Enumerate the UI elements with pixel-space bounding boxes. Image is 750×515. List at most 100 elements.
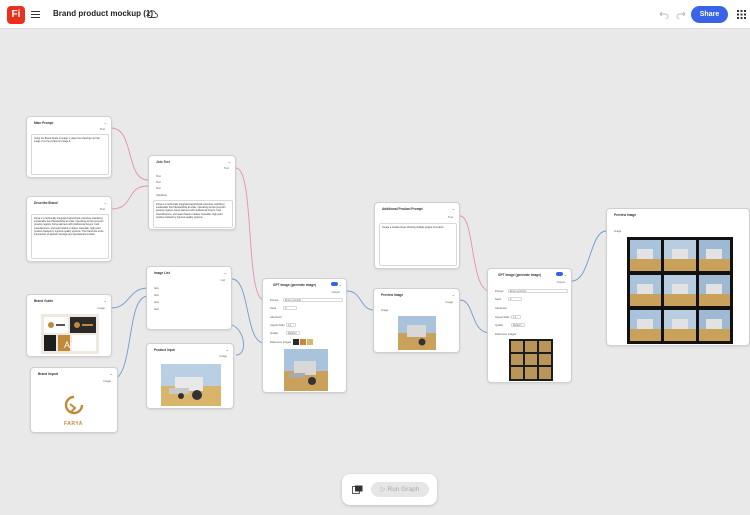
output-port-label: Text: [99, 127, 105, 131]
contact-sheet-image: [627, 237, 733, 344]
output-port-label: List: [220, 278, 225, 282]
wire-describe-to-join: [110, 185, 149, 210]
advanced-toggle-label[interactable]: Advanced: [495, 307, 507, 310]
output-port-label: Image: [219, 354, 227, 358]
output-port-label: Text: [447, 215, 453, 219]
output-port-label: Text: [99, 207, 105, 211]
quality-select[interactable]: Medium: [286, 331, 300, 335]
aspect-ratio-select[interactable]: 1:1: [511, 315, 521, 319]
wire-list-to-gpt1-ref: [231, 278, 265, 344]
input-port-label: Item: [154, 287, 160, 290]
play-icon: ▷: [380, 486, 388, 493]
product-input-node[interactable]: Product Input ⌄ Image: [146, 343, 234, 409]
node-title: Brand Guide: [34, 299, 54, 303]
preview-harvester-image: [398, 316, 436, 350]
wire-join-to-gpt1-prompt: [235, 167, 265, 301]
node-title: Additional Product Prompt: [382, 207, 423, 211]
output-port-label: Output: [556, 280, 565, 284]
aspect-ratio-select[interactable]: 1:1: [286, 323, 296, 327]
run-images-icon[interactable]: [352, 485, 363, 494]
run-graph-panel: ▷ Run Graph: [342, 474, 437, 505]
brand-guide-image: Aa: [41, 314, 99, 354]
additional-product-prompt-node[interactable]: Additional Product Prompt ⌄ Text Create …: [374, 202, 460, 269]
reference-images-label: Reference Images: [495, 333, 517, 336]
generated-image-preview: [284, 349, 328, 391]
chevron-down-icon[interactable]: ⌄: [104, 298, 107, 303]
chevron-down-icon[interactable]: ⌄: [452, 206, 455, 211]
reference-images-label: Reference Images: [270, 341, 292, 344]
chevron-down-icon[interactable]: ⌄: [104, 120, 107, 125]
advanced-toggle-label[interactable]: Advanced: [270, 316, 282, 319]
aspect-ratio-label: Aspect Ratio: [270, 324, 285, 327]
node-title: Image List: [154, 271, 170, 275]
image-list-node[interactable]: Image List ⌄ List Item Item Item Item: [146, 266, 232, 330]
chevron-down-icon[interactable]: ⌄: [226, 347, 229, 352]
reference-thumbnails: [293, 339, 313, 345]
input-port-label: Item: [154, 301, 160, 304]
chevron-down-icon[interactable]: ⌄: [224, 270, 227, 275]
node-title: Join Text: [156, 160, 170, 164]
chevron-down-icon[interactable]: ⌄: [564, 272, 567, 277]
gpt-image-node-1[interactable]: GPT Image (generate image) ⌄ Output Prom…: [262, 278, 347, 393]
aspect-ratio-label: Aspect Ratio: [495, 316, 510, 319]
node-title: Describe Brand: [34, 201, 58, 205]
joined-text-output: Farya is a technically integrated agricu…: [153, 200, 233, 228]
chevron-down-icon[interactable]: ⌄: [110, 371, 113, 376]
wire-gpt1-to-preview1: [346, 290, 375, 311]
node-title: GPT Image (generate image): [498, 273, 542, 277]
input-port-label: Text: [156, 181, 161, 184]
output-port-label: Image: [97, 306, 105, 310]
prompt-text-area[interactable]: Using the Brand Guide in image 1, place …: [31, 134, 109, 175]
separator-label: (Newline): [156, 194, 167, 197]
brand-import-node[interactable]: Brand Import ⌄ Image FARYA: [30, 367, 118, 433]
prompt-label: Prompt: [495, 290, 504, 293]
wire-gpt2-to-preview2: [571, 230, 607, 282]
output-port-label: Output: [331, 290, 340, 294]
farya-logo-image: [64, 395, 84, 415]
input-port-label: Text: [156, 187, 161, 190]
seed-label: Seed: [270, 307, 277, 310]
seed-label: Seed: [495, 298, 502, 301]
node-title: Preview Image: [614, 213, 637, 217]
enable-toggle[interactable]: [556, 272, 563, 276]
prompt-label: Prompt: [270, 299, 279, 302]
describe-brand-node[interactable]: Describe Brand ⌄ Text Farya is a technic…: [26, 196, 112, 262]
enable-toggle[interactable]: [331, 282, 338, 286]
wire-preview1-to-gpt2-ref: [459, 299, 491, 334]
main-prompt-node[interactable]: Main Prompt ⌄ Text Using the Brand Guide…: [26, 116, 112, 178]
chevron-down-icon[interactable]: ⌄: [104, 200, 107, 205]
brand-description-text-area[interactable]: Farya is a technically integrated agricu…: [31, 214, 109, 259]
seed-input[interactable]: 0: [508, 297, 522, 301]
run-graph-button[interactable]: ▷ Run Graph: [371, 482, 429, 497]
output-port-label: Text: [223, 166, 229, 170]
quality-label: Quality: [495, 324, 504, 327]
node-title: Preview Image: [381, 293, 404, 297]
gpt-image-node-2[interactable]: GPT Image (generate image) ⌄ Output Prom…: [487, 268, 572, 383]
input-port-label: Text: [156, 175, 161, 178]
chevron-down-icon[interactable]: ⌄: [452, 292, 455, 297]
wire-additional-to-gpt2: [459, 215, 491, 292]
wire-main-prompt-to-join: [110, 127, 149, 181]
input-port-label: Item: [154, 294, 160, 297]
chevron-down-icon[interactable]: ⌄: [228, 159, 231, 164]
node-title: Brand Import: [38, 372, 59, 376]
farya-wordmark: FARYA: [64, 421, 83, 427]
prompt-text-area[interactable]: Create a contact sheet showing multiple …: [379, 223, 457, 266]
contact-sheet-preview: [509, 339, 553, 381]
output-port-label: Image: [445, 300, 453, 304]
node-title: GPT Image (generate image): [273, 283, 317, 287]
input-port-label: Image: [614, 230, 622, 233]
input-port-label: Item: [154, 308, 160, 311]
node-title: Product Input: [154, 348, 175, 352]
preview-image-node-1[interactable]: Preview Image ⌄ Image Image: [373, 288, 460, 353]
seed-input[interactable]: 0: [283, 306, 297, 310]
quality-select[interactable]: Medium: [511, 323, 525, 327]
join-text-node[interactable]: Join Text ⌄ Text Text Text Text (Newline…: [148, 155, 236, 230]
chevron-down-icon[interactable]: ⌄: [339, 282, 342, 287]
svg-text:Aa: Aa: [64, 340, 75, 350]
preview-image-node-2[interactable]: Preview Image Image: [606, 208, 750, 346]
harvester-photo: [161, 364, 221, 406]
brand-guide-node[interactable]: Brand Guide ⌄ Image Aa: [26, 294, 112, 357]
prompt-input[interactable]: Enter a prompt…: [508, 289, 568, 293]
prompt-input[interactable]: Enter a prompt…: [283, 298, 343, 302]
